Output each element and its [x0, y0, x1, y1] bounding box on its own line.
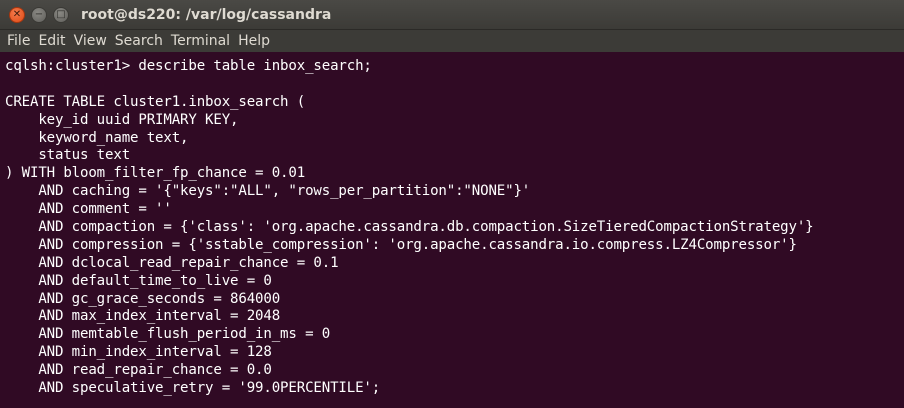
terminal-line: AND compaction = {'class': 'org.apache.c… [5, 219, 814, 236]
terminal-line: keyword_name text, [5, 129, 189, 146]
menu-bar: File Edit View Search Terminal Help [0, 30, 904, 52]
terminal-line: AND max_index_interval = 2048 [5, 308, 281, 325]
prompt-line: cqlsh:cluster1> describe table inbox_sea… [5, 58, 372, 74]
maximize-icon: □ [56, 8, 66, 20]
minimize-icon: − [34, 8, 44, 20]
menu-edit[interactable]: Edit [34, 33, 69, 49]
terminal-line: key_id uuid PRIMARY KEY, [5, 111, 239, 128]
terminal-line: AND default_time_to_live = 0 [5, 272, 272, 289]
terminal-window: ✕ − □ root@ds220: /var/log/cassandra Fil… [0, 0, 904, 408]
terminal-line: AND compression = {'sstable_compression'… [5, 236, 797, 253]
menu-search[interactable]: Search [111, 33, 167, 49]
terminal-line: AND read_repair_chance = 0.0 [5, 362, 272, 379]
terminal-line: ) WITH bloom_filter_fp_chance = 0.01 [5, 165, 306, 182]
window-title: root@ds220: /var/log/cassandra [81, 6, 332, 23]
close-window-button[interactable]: ✕ [9, 6, 25, 23]
menu-file[interactable]: File [3, 33, 34, 49]
maximize-window-button[interactable]: □ [53, 6, 69, 23]
terminal-line: AND dclocal_read_repair_chance = 0.1 [5, 254, 339, 271]
title-bar: ✕ − □ root@ds220: /var/log/cassandra [0, 0, 904, 30]
terminal-output[interactable]: cqlsh:cluster1> describe table inbox_sea… [0, 52, 904, 408]
menu-view[interactable]: View [70, 33, 111, 49]
terminal-line: AND min_index_interval = 128 [5, 344, 272, 361]
terminal-line: AND gc_grace_seconds = 864000 [5, 290, 281, 307]
terminal-line: AND memtable_flush_period_in_ms = 0 [5, 326, 331, 343]
menu-terminal[interactable]: Terminal [167, 33, 234, 49]
minimize-window-button[interactable]: − [31, 6, 47, 23]
close-icon: ✕ [12, 8, 22, 20]
terminal-line: AND speculative_retry = '99.0PERCENTILE'… [5, 380, 381, 397]
terminal-line: status text [5, 147, 131, 164]
terminal-line: CREATE TABLE cluster1.inbox_search ( [5, 93, 306, 110]
terminal-line: AND comment = '' [5, 201, 172, 218]
menu-help[interactable]: Help [234, 33, 274, 49]
terminal-line: AND caching = '{"keys":"ALL", "rows_per_… [5, 183, 531, 200]
